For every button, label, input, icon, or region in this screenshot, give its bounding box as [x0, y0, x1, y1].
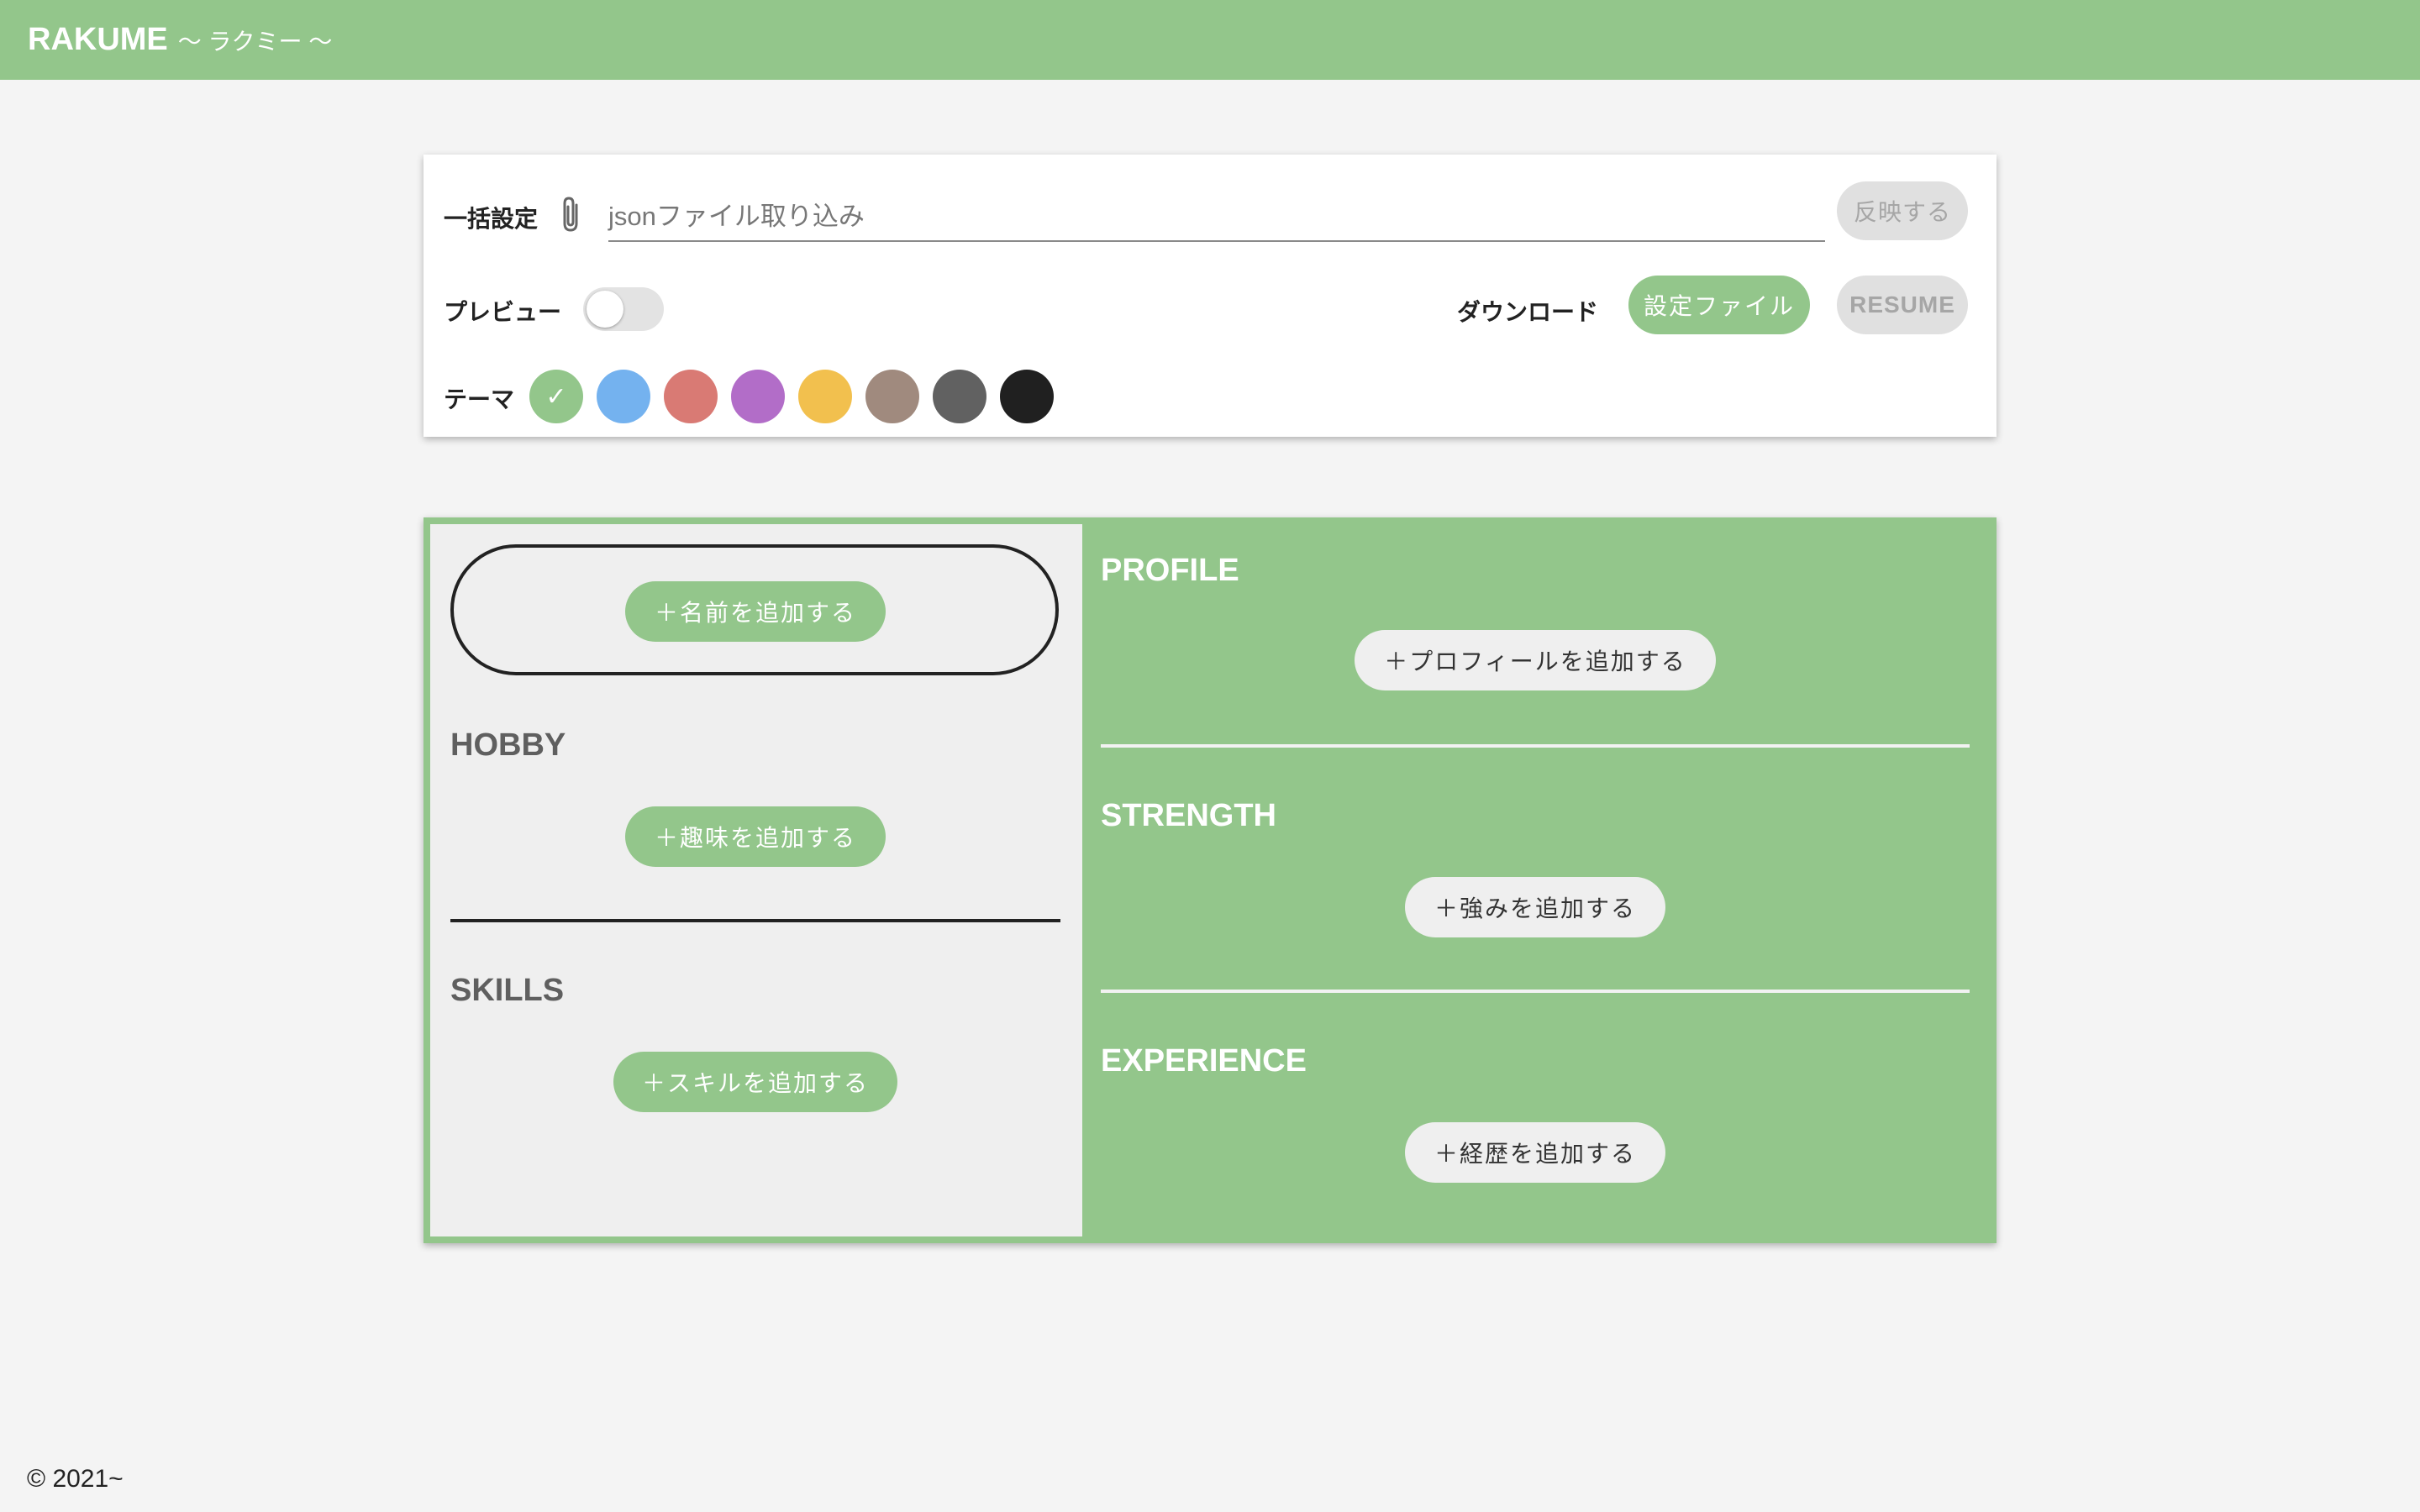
- hobby-title: HOBBY: [450, 727, 566, 763]
- json-file-input[interactable]: jsonファイル取り込み: [608, 186, 1825, 242]
- apply-button[interactable]: 反映する: [1837, 181, 1968, 240]
- profile-title: PROFILE: [1101, 553, 1239, 588]
- app-bar: RAKUME 〜 ラクミー 〜: [0, 0, 2420, 80]
- strength-title: STRENGTH: [1101, 798, 1276, 833]
- paperclip-icon[interactable]: [558, 195, 585, 234]
- theme-swatch[interactable]: ✓: [529, 370, 583, 423]
- theme-swatch[interactable]: [865, 370, 919, 423]
- add-hobby-button[interactable]: ＋趣味を追加する: [625, 806, 886, 867]
- theme-swatch[interactable]: [597, 370, 650, 423]
- app-subtitle: 〜 ラクミー 〜: [177, 28, 333, 55]
- skills-title: SKILLS: [450, 973, 565, 1008]
- preview-toggle[interactable]: [583, 287, 664, 331]
- json-file-placeholder: jsonファイル取り込み: [608, 201, 865, 231]
- add-profile-button[interactable]: ＋プロフィールを追加する: [1355, 630, 1716, 690]
- divider: [450, 919, 1060, 922]
- download-label: ダウンロード: [1457, 299, 1599, 325]
- theme-swatch[interactable]: [1000, 370, 1054, 423]
- theme-swatch[interactable]: [798, 370, 852, 423]
- add-strength-button[interactable]: ＋強みを追加する: [1405, 877, 1665, 937]
- preview-label: プレビュー: [444, 299, 562, 325]
- add-name-button[interactable]: ＋名前を追加する: [625, 581, 886, 642]
- divider: [1101, 744, 1970, 748]
- add-experience-button[interactable]: ＋経歴を追加する: [1405, 1122, 1665, 1183]
- theme-swatch[interactable]: [664, 370, 718, 423]
- app-title[interactable]: RAKUME: [28, 22, 168, 58]
- theme-swatch[interactable]: [731, 370, 785, 423]
- experience-title: EXPERIENCE: [1101, 1043, 1307, 1079]
- theme-swatch[interactable]: [933, 370, 986, 423]
- check-icon: ✓: [545, 382, 567, 411]
- toggle-knob: [587, 291, 623, 328]
- add-skill-button[interactable]: ＋スキルを追加する: [613, 1052, 897, 1112]
- download-settings-file-button[interactable]: 設定ファイル: [1628, 276, 1810, 334]
- bulk-settings-label: 一括設定: [444, 206, 539, 232]
- theme-label: テーマ: [444, 386, 515, 412]
- download-resume-button[interactable]: RESUME: [1837, 276, 1968, 334]
- divider: [1101, 990, 1970, 993]
- footer-copyright: © 2021~: [27, 1465, 124, 1493]
